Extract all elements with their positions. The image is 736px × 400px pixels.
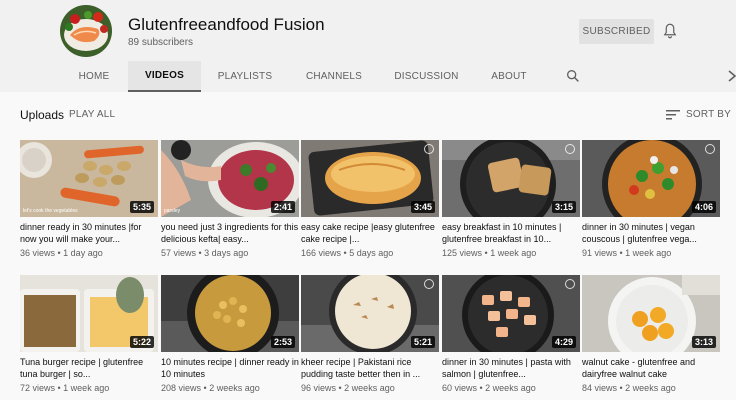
video-title[interactable]: dinner in 30 minutes | vegan couscous | … <box>582 222 722 245</box>
video-thumbnail[interactable]: 5:22 <box>20 275 158 352</box>
video-meta: 91 views • 1 week ago <box>582 248 672 258</box>
video-duration: 5:35 <box>129 201 154 213</box>
channel-watermark-icon <box>705 144 715 154</box>
view-count: 125 views <box>442 248 483 258</box>
sort-by-label: SORT BY <box>686 109 731 120</box>
video-meta: 208 views • 2 weeks ago <box>161 383 260 393</box>
video-meta: 125 views • 1 week ago <box>442 248 537 258</box>
video-title[interactable]: you need just 3 ingredients for this del… <box>161 222 301 245</box>
video-thumbnail[interactable]: 4:06 <box>582 140 720 217</box>
upload-age: 3 days ago <box>204 248 249 258</box>
view-count: 96 views <box>301 383 337 393</box>
channel-tabs: HOME VIDEOS PLAYLISTS CHANNELS DISCUSSIO… <box>0 61 736 92</box>
upload-age: 1 week ago <box>490 248 537 258</box>
subscriber-count: 89 subscribers <box>128 37 194 48</box>
video-thumbnail[interactable]: 3:13 <box>582 275 720 352</box>
channel-watermark-icon <box>565 279 575 289</box>
video-thumbnail[interactable]: 4:29 <box>442 275 580 352</box>
video-title[interactable]: Tuna burger recipe | glutenfree tuna bur… <box>20 357 160 380</box>
video-thumbnail[interactable]: parsley 2:41 <box>161 140 299 217</box>
channel-watermark-icon <box>424 279 434 289</box>
tab-playlists[interactable]: PLAYLISTS <box>210 61 280 92</box>
view-count: 208 views <box>161 383 202 393</box>
sort-icon <box>666 109 680 119</box>
video-duration: 3:15 <box>551 201 576 213</box>
thumbnail-caption: parsley <box>164 208 181 214</box>
video-duration: 2:41 <box>270 201 295 213</box>
video-duration: 2:53 <box>270 336 295 348</box>
tab-channels[interactable]: CHANNELS <box>298 61 370 92</box>
channel-page: Glutenfreeandfood Fusion 89 subscribers … <box>0 0 736 400</box>
search-icon[interactable] <box>565 68 581 84</box>
view-count: 60 views <box>442 383 478 393</box>
bell-icon[interactable] <box>661 22 679 40</box>
upload-age: 2 weeks ago <box>625 383 676 393</box>
video-title[interactable]: 10 minutes recipe | dinner ready in 10 m… <box>161 357 301 380</box>
video-title[interactable]: walnut cake - glutenfree and dairyfree w… <box>582 357 722 380</box>
thumbnail-caption: let's cook the vegetables <box>23 208 78 214</box>
video-thumbnail[interactable]: 5:21 <box>301 275 439 352</box>
tab-videos[interactable]: VIDEOS <box>128 61 201 92</box>
video-duration: 4:29 <box>551 336 576 348</box>
upload-age: 2 weeks ago <box>344 383 395 393</box>
channel-avatar[interactable] <box>60 5 112 57</box>
sort-by-button[interactable]: SORT BY <box>666 107 731 122</box>
view-count: 36 views <box>20 248 56 258</box>
video-thumbnail[interactable]: 3:45 <box>301 140 439 217</box>
chevron-right-icon[interactable] <box>727 69 736 83</box>
tab-home[interactable]: HOME <box>60 61 128 92</box>
play-all-button[interactable]: PLAY ALL <box>69 109 115 120</box>
video-title[interactable]: easy breakfast in 10 minutes | glutenfre… <box>442 222 582 245</box>
video-thumbnail[interactable]: let's cook the vegetables 5:35 <box>20 140 158 217</box>
channel-header: Glutenfreeandfood Fusion 89 subscribers … <box>0 0 736 92</box>
tab-discussion[interactable]: DISCUSSION <box>391 61 462 92</box>
video-meta: 57 views • 3 days ago <box>161 248 249 258</box>
upload-age: 2 weeks ago <box>209 383 260 393</box>
view-count: 91 views <box>582 248 618 258</box>
video-meta: 166 views • 5 days ago <box>301 248 394 258</box>
channel-watermark-icon <box>424 144 434 154</box>
upload-age: 5 days ago <box>349 248 394 258</box>
video-meta: 60 views • 2 weeks ago <box>442 383 536 393</box>
video-duration: 3:45 <box>410 201 435 213</box>
video-title[interactable]: dinner ready in 30 minutes |for now you … <box>20 222 160 245</box>
subscribed-button[interactable]: SUBSCRIBED <box>579 19 654 44</box>
video-title[interactable]: dinner in 30 minutes | pasta with salmon… <box>442 357 582 380</box>
tab-about[interactable]: ABOUT <box>484 61 534 92</box>
video-thumbnail[interactable]: 2:53 <box>161 275 299 352</box>
channel-watermark-icon <box>565 144 575 154</box>
video-duration: 4:06 <box>691 201 716 213</box>
video-title[interactable]: kheer recipe | Pakistani rice pudding ta… <box>301 357 441 380</box>
upload-age: 1 week ago <box>63 383 110 393</box>
view-count: 166 views <box>301 248 342 258</box>
video-meta: 36 views • 1 day ago <box>20 248 103 258</box>
section-title: Uploads <box>20 108 65 122</box>
upload-age: 2 weeks ago <box>485 383 536 393</box>
video-meta: 72 views • 1 week ago <box>20 383 110 393</box>
upload-age: 1 week ago <box>625 248 672 258</box>
view-count: 57 views <box>161 248 197 258</box>
video-thumbnail[interactable]: 3:15 <box>442 140 580 217</box>
video-meta: 84 views • 2 weeks ago <box>582 383 676 393</box>
channel-name: Glutenfreeandfood Fusion <box>128 15 325 34</box>
upload-age: 1 day ago <box>63 248 103 258</box>
video-duration: 3:13 <box>691 336 716 348</box>
view-count: 84 views <box>582 383 618 393</box>
video-meta: 96 views • 2 weeks ago <box>301 383 395 393</box>
view-count: 72 views <box>20 383 56 393</box>
video-duration: 5:22 <box>129 336 154 348</box>
video-duration: 5:21 <box>410 336 435 348</box>
video-title[interactable]: easy cake recipe |easy glutenfree cake r… <box>301 222 441 245</box>
